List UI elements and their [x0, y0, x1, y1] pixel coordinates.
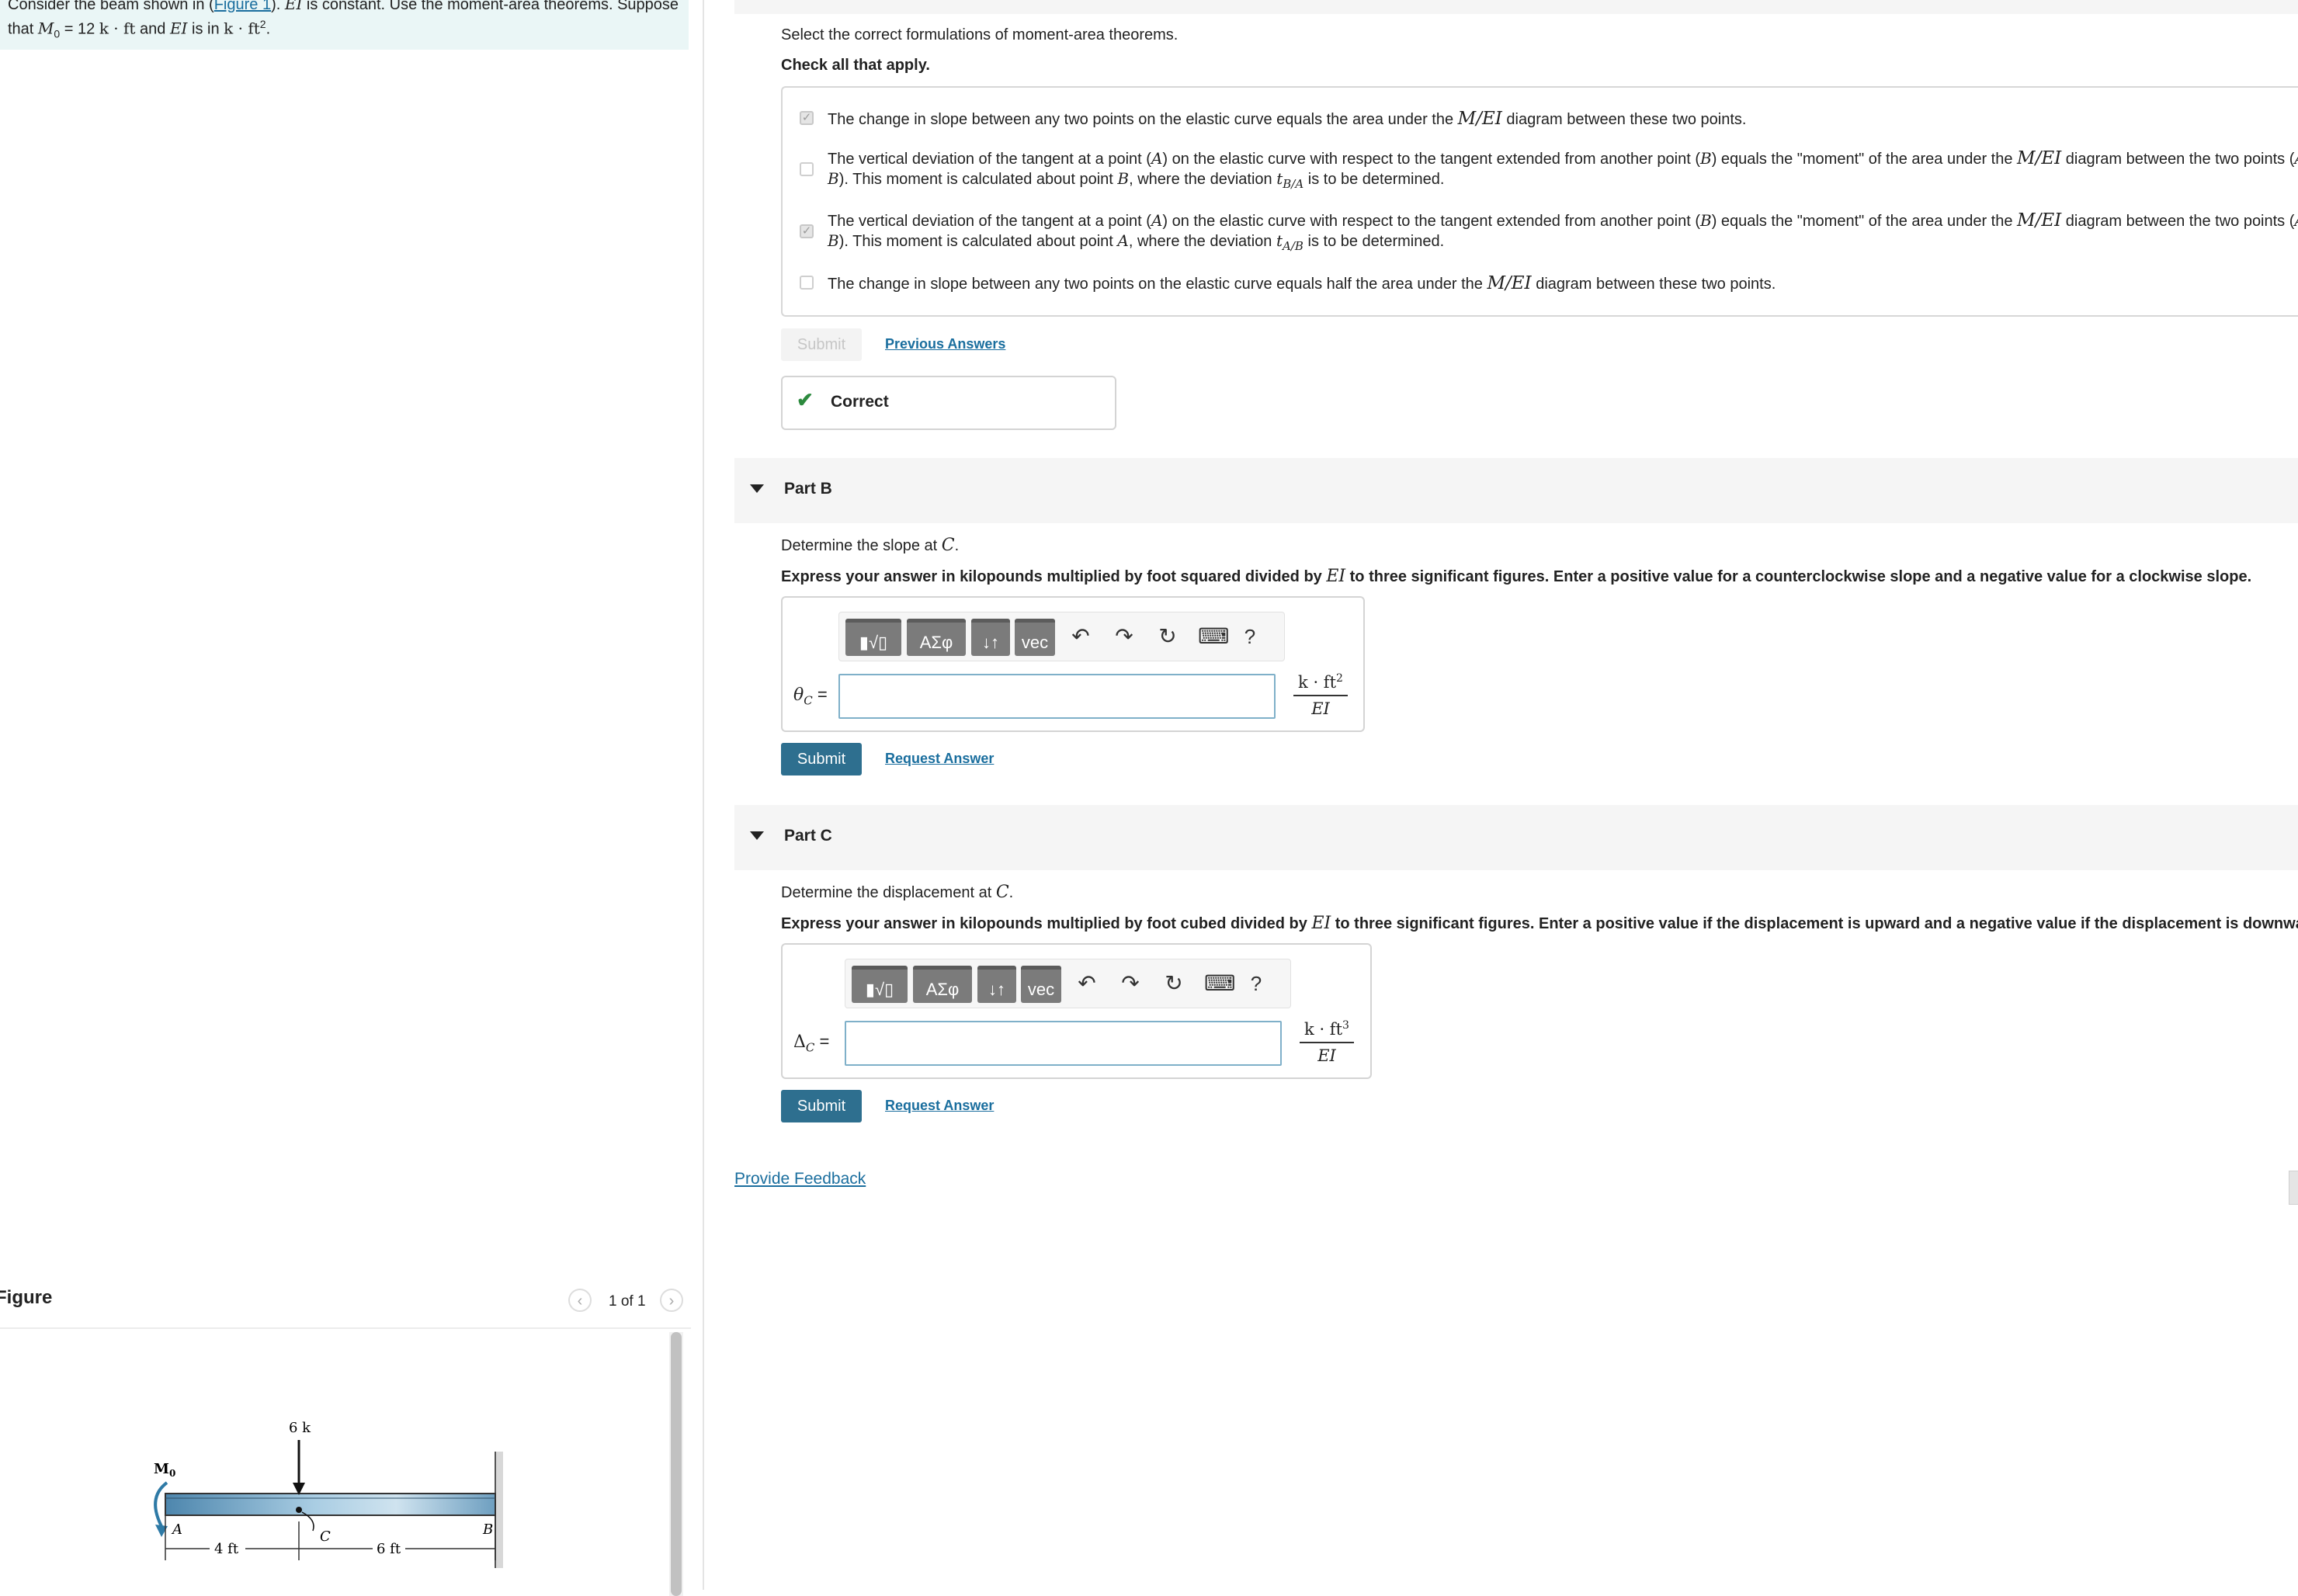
choice-2-checkbox[interactable]	[800, 162, 814, 176]
figure-title: Figure	[0, 1287, 53, 1308]
part-a-feedback-text: Correct	[831, 393, 889, 411]
part-a-instruction: Check all that apply.	[781, 57, 930, 74]
part-c-submit-button[interactable]: Submit	[781, 1090, 862, 1122]
part-c-instruction: Express your answer in kilopounds multip…	[781, 914, 2298, 933]
choice-3-text-line2[interactable]: B). This moment is calculated about poin…	[828, 231, 1444, 253]
part-b-math-toolbar: ▮√▯ ΑΣφ ↓↑ vec ↶ ↷ ↻ ⌨ ?	[838, 612, 1285, 661]
part-b-submit-button[interactable]: Submit	[781, 743, 862, 775]
problem-panel: Consider the beam shown in (Figure 1). E…	[0, 0, 704, 1596]
subscript-superscript-button[interactable]: ↓↑	[971, 619, 1010, 656]
side-tab[interactable]	[2289, 1171, 2298, 1205]
part-b-title: Part B	[784, 480, 832, 498]
choice-2-text-line2[interactable]: B). This moment is calculated about poin…	[828, 169, 1444, 191]
part-c-header[interactable]: Part C	[734, 805, 2298, 870]
part-c-request-answer-link[interactable]: Request Answer	[885, 1098, 994, 1114]
undo-icon[interactable]: ↶	[1074, 970, 1100, 997]
keyboard-icon[interactable]: ⌨	[1198, 623, 1229, 650]
beam-figure: 6 k M0 C A B 4 ft 6 ft	[154, 1420, 503, 1568]
redo-icon[interactable]: ↷	[1111, 623, 1137, 650]
part-c-answer-input[interactable]	[845, 1021, 1282, 1066]
moment-label: M0	[154, 1461, 175, 1479]
part-a-prompt: Select the correct formulations of momen…	[781, 26, 1179, 43]
checkmark-icon: ✔	[797, 388, 814, 411]
figure-link[interactable]: Figure 1	[214, 0, 271, 13]
greek-symbols-button[interactable]: ΑΣφ	[913, 966, 972, 1003]
help-button[interactable]: ?	[1243, 970, 1269, 997]
point-c-label: C	[320, 1528, 331, 1545]
reset-icon[interactable]: ↻	[1154, 623, 1181, 650]
part-b-units: k · ft2 EI	[1293, 672, 1348, 718]
redo-icon[interactable]: ↷	[1117, 970, 1144, 997]
templates-button[interactable]: ▮√▯	[845, 619, 901, 656]
part-b-answer-input[interactable]	[838, 674, 1276, 719]
chevron-right-icon[interactable]: ›	[660, 1289, 683, 1312]
undo-icon[interactable]: ↶	[1067, 623, 1094, 650]
choice-4-text[interactable]: The change in slope between any two poin…	[828, 273, 1776, 293]
keyboard-icon[interactable]: ⌨	[1204, 970, 1235, 997]
fixed-wall	[495, 1452, 503, 1568]
subscript-superscript-button[interactable]: ↓↑	[977, 966, 1016, 1003]
chevron-left-icon[interactable]: ‹	[568, 1289, 592, 1312]
figure-page-indicator: 1 of 1	[609, 1293, 646, 1310]
part-c-title: Part C	[784, 827, 832, 845]
templates-button[interactable]: ▮√▯	[852, 966, 908, 1003]
part-c-math-toolbar: ▮√▯ ΑΣφ ↓↑ vec ↶ ↷ ↻ ⌨ ?	[845, 959, 1291, 1008]
part-b-header[interactable]: Part B	[734, 458, 2298, 523]
choice-1-checkbox[interactable]: ✓	[800, 111, 814, 125]
part-c-prompt: Determine the displacement at C.	[781, 883, 1014, 902]
vector-button[interactable]: vec	[1021, 966, 1061, 1003]
part-c-units: k · ft3 EI	[1300, 1019, 1354, 1065]
problem-line-1: Consider the beam shown in (Figure 1). E…	[8, 0, 679, 15]
part-a-header-bar	[734, 0, 2298, 14]
vector-button[interactable]: vec	[1015, 619, 1055, 656]
figure-scrollbar-thumb[interactable]	[671, 1332, 682, 1596]
choice-2-text-line1[interactable]: The vertical deviation of the tangent at…	[828, 148, 2298, 168]
part-b-answer-label: θC =	[793, 685, 828, 708]
load-label: 6 k	[289, 1420, 311, 1436]
problem-statement: Consider the beam shown in (Figure 1). E…	[0, 0, 689, 50]
provide-feedback-link[interactable]: Provide Feedback	[734, 1170, 866, 1188]
part-a-submit-button[interactable]: Submit	[781, 328, 862, 361]
collapse-triangle-icon[interactable]	[750, 484, 764, 493]
previous-answers-link[interactable]: Previous Answers	[885, 336, 1005, 352]
choice-4-checkbox[interactable]	[800, 276, 814, 290]
greek-symbols-button[interactable]: ΑΣφ	[907, 619, 966, 656]
part-b-prompt: Determine the slope at C.	[781, 536, 960, 555]
help-button[interactable]: ?	[1237, 623, 1263, 650]
figure-scrollbar[interactable]	[669, 1332, 683, 1596]
dimension-4ft: 4 ft	[214, 1541, 239, 1557]
part-c-answer-label: ΔC =	[793, 1032, 830, 1055]
choice-1-text[interactable]: The change in slope between any two poin…	[828, 109, 1746, 129]
beam	[165, 1493, 496, 1516]
part-b-request-answer-link[interactable]: Request Answer	[885, 751, 994, 767]
problem-line-2: that M0 = 12 k · ft and EI is in k · ft2…	[8, 18, 271, 40]
point-a-label: A	[171, 1521, 182, 1538]
part-a-feedback: ✔ Correct	[781, 376, 1116, 430]
part-b-instruction: Express your answer in kilopounds multip…	[781, 567, 2252, 586]
choice-3-text-line1[interactable]: The vertical deviation of the tangent at…	[828, 210, 2298, 231]
dimension-6ft: 6 ft	[377, 1541, 401, 1557]
choice-3-checkbox[interactable]: ✓	[800, 224, 814, 238]
figure-header: Figure ‹ 1 of 1 ›	[0, 1281, 691, 1329]
collapse-triangle-icon[interactable]	[750, 831, 764, 840]
reset-icon[interactable]: ↻	[1161, 970, 1187, 997]
point-b-label: B	[482, 1521, 493, 1538]
